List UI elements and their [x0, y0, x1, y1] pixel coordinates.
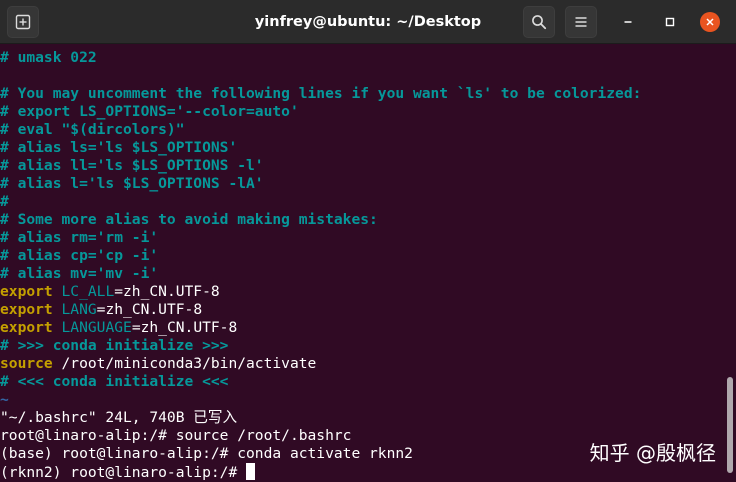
- terminal-line: # export LS_OPTIONS='--color=auto': [0, 103, 299, 121]
- terminal-text: export: [0, 319, 53, 336]
- terminal-line: # umask 022: [0, 49, 97, 67]
- terminal-text: "~/.bashrc" 24L, 740B 已写入: [0, 409, 238, 426]
- terminal-text: # Some more alias to avoid making mistak…: [0, 211, 378, 228]
- terminal-line: # alias cp='cp -i': [0, 247, 158, 265]
- terminal-text: root@linaro-alip:/# source /root/.bashrc: [0, 427, 352, 444]
- title-bar: yinfrey@ubuntu: ~/Desktop: [0, 0, 736, 44]
- terminal-text: # alias cp='cp -i': [0, 247, 159, 264]
- terminal-line: source /root/miniconda3/bin/activate: [0, 355, 316, 373]
- terminal-text: (rknn2) root@linaro-alip:/#: [0, 464, 247, 481]
- terminal-output[interactable]: # umask 022 # You may uncomment the follo…: [0, 44, 736, 482]
- close-button[interactable]: [696, 8, 724, 36]
- terminal-text: =zh_CN.UTF-8: [114, 283, 220, 300]
- maximize-button[interactable]: [656, 8, 684, 36]
- terminal-line: (base) root@linaro-alip:/# conda activat…: [0, 445, 413, 463]
- hamburger-menu-icon: [575, 17, 587, 27]
- watermark: 知乎 @殷枫径: [589, 441, 716, 465]
- terminal-text: # alias mv='mv -i': [0, 265, 159, 282]
- search-icon: [532, 15, 547, 30]
- terminal-line: ~: [0, 391, 9, 409]
- text-cursor: [246, 463, 256, 480]
- new-tab-button[interactable]: [7, 6, 39, 38]
- terminal-text: =zh_CN.UTF-8: [131, 319, 238, 336]
- terminal-line: export LC_ALL=zh_CN.UTF-8: [0, 283, 220, 301]
- terminal-text: export: [0, 301, 53, 318]
- terminal-text: source: [0, 355, 53, 372]
- terminal-line: # >>> conda initialize >>>: [0, 337, 228, 355]
- terminal-text: LANGUAGE: [61, 319, 132, 336]
- terminal-line: # <<< conda initialize <<<: [0, 373, 228, 391]
- terminal-line: root@linaro-alip:/# source /root/.bashrc: [0, 427, 351, 445]
- terminal-window: yinfrey@ubuntu: ~/Desktop # umask 022 # …: [0, 0, 736, 482]
- terminal-text: LC_ALL: [61, 283, 115, 300]
- search-button[interactable]: [523, 6, 555, 38]
- terminal-text: /root/miniconda3/bin/activate: [52, 355, 317, 372]
- terminal-line: # alias ll='ls $LS_OPTIONS -l': [0, 157, 264, 175]
- terminal-text: ~: [0, 391, 9, 408]
- terminal-line: # alias ls='ls $LS_OPTIONS': [0, 139, 237, 157]
- terminal-text: #: [0, 193, 9, 210]
- terminal-line: # alias l='ls $LS_OPTIONS -lA': [0, 175, 264, 193]
- terminal-text: # alias ls='ls $LS_OPTIONS': [0, 139, 238, 156]
- terminal-text: # umask 022: [0, 49, 97, 66]
- terminal-text: # <<< conda initialize <<<: [0, 373, 229, 390]
- terminal-line: "~/.bashrc" 24L, 740B 已写入: [0, 409, 237, 427]
- minimize-icon: [624, 21, 632, 23]
- terminal-text: export: [0, 283, 53, 300]
- terminal-text: # eval "$(dircolors)": [0, 121, 185, 138]
- terminal-line: (rknn2) root@linaro-alip:/#: [0, 463, 256, 481]
- close-icon: [706, 18, 714, 26]
- terminal-text: =zh_CN.UTF-8: [96, 301, 203, 318]
- terminal-text: (base) root@linaro-alip:/# conda activat…: [0, 445, 413, 462]
- terminal-line: # Some more alias to avoid making mistak…: [0, 211, 378, 229]
- terminal-line: # alias mv='mv -i': [0, 265, 158, 283]
- terminal-text: # export LS_OPTIONS='--color=auto': [0, 103, 299, 120]
- terminal-text: # alias l='ls $LS_OPTIONS -lA': [0, 175, 264, 192]
- terminal-text: # alias ll='ls $LS_OPTIONS -l': [0, 157, 264, 174]
- terminal-line: # eval "$(dircolors)": [0, 121, 185, 139]
- terminal-line: # alias rm='rm -i': [0, 229, 158, 247]
- terminal-text: # alias rm='rm -i': [0, 229, 159, 246]
- maximize-icon: [665, 17, 675, 27]
- menu-button[interactable]: [565, 6, 597, 38]
- terminal-line: export LANG=zh_CN.UTF-8: [0, 301, 202, 319]
- new-tab-icon: [15, 14, 31, 30]
- terminal-text: # >>> conda initialize >>>: [0, 337, 229, 354]
- terminal-line: export LANGUAGE=zh_CN.UTF-8: [0, 319, 237, 337]
- terminal-line: # You may uncomment the following lines …: [0, 85, 641, 103]
- terminal-text: # You may uncomment the following lines …: [0, 85, 642, 102]
- close-button-circle[interactable]: [700, 12, 720, 32]
- minimize-button[interactable]: [614, 8, 642, 36]
- scrollbar-thumb[interactable]: [727, 377, 733, 473]
- terminal-line: #: [0, 193, 9, 211]
- terminal-text: LANG: [61, 301, 97, 318]
